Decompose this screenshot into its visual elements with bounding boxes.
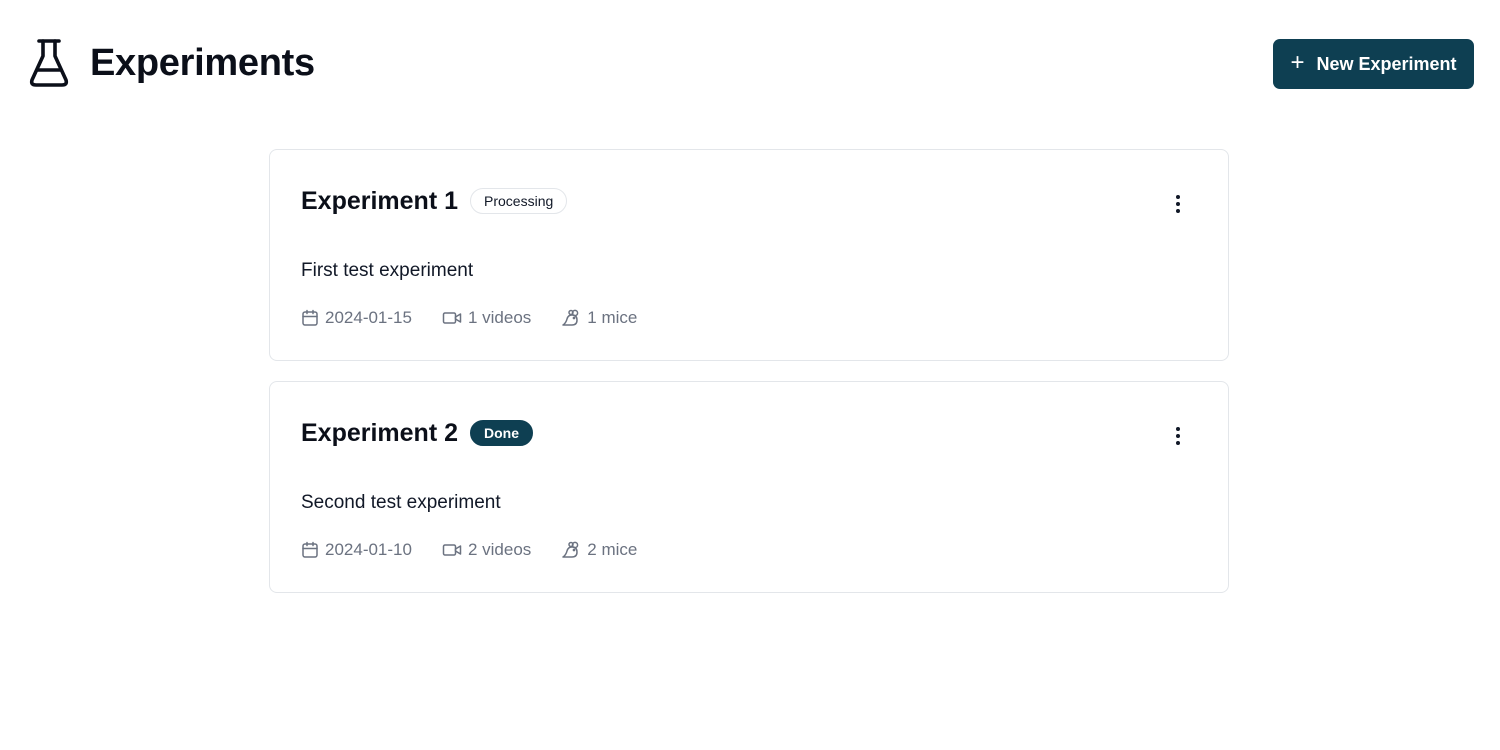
meta-date-text: 2024-01-10 xyxy=(325,540,412,559)
meta-videos: 1 videos xyxy=(442,308,531,328)
new-experiment-label: New Experiment xyxy=(1316,53,1457,74)
meta-videos-text: 1 videos xyxy=(467,308,532,327)
meta-mice: 2 mice xyxy=(561,540,637,560)
meta-mice-text: 1 mice xyxy=(587,308,638,327)
page-title: Experiments xyxy=(90,42,315,84)
video-camera-icon xyxy=(442,312,462,324)
card-title-row: Experiment 1 Processing xyxy=(301,186,568,215)
more-options-icon[interactable] xyxy=(1168,422,1188,450)
page-header: Experiments xyxy=(28,38,315,88)
video-camera-icon xyxy=(442,544,462,556)
meta-date: 2024-01-10 xyxy=(301,540,412,560)
experiment-list: Experiment 1 Processing First test exper… xyxy=(269,149,1229,613)
calendar-icon xyxy=(302,309,318,326)
meta-date: 2024-01-15 xyxy=(301,308,412,328)
meta-mice-text: 2 mice xyxy=(587,540,638,559)
experiment-description: First test experiment xyxy=(301,260,474,281)
calendar-icon xyxy=(302,541,318,558)
flask-icon xyxy=(29,39,69,87)
mouse-icon xyxy=(562,309,579,326)
new-experiment-button[interactable]: + New Experiment xyxy=(1273,39,1474,89)
experiment-meta: 2024-01-10 2 videos 2 mice xyxy=(301,540,637,560)
meta-videos-text: 2 videos xyxy=(467,540,532,559)
experiment-card[interactable]: Experiment 1 Processing First test exper… xyxy=(269,149,1229,361)
experiment-title: Experiment 1 xyxy=(301,186,459,215)
status-badge: Processing xyxy=(470,188,568,214)
meta-videos: 2 videos xyxy=(442,540,531,560)
card-title-row: Experiment 2 Done xyxy=(301,418,534,447)
mouse-icon xyxy=(562,541,579,558)
plus-icon: + xyxy=(1290,48,1305,76)
meta-date-text: 2024-01-15 xyxy=(325,308,412,327)
experiment-card[interactable]: Experiment 2 Done Second test experiment… xyxy=(269,381,1229,593)
experiment-title: Experiment 2 xyxy=(301,418,459,447)
status-badge: Done xyxy=(470,420,534,446)
experiment-meta: 2024-01-15 1 videos 1 mice xyxy=(301,308,637,328)
meta-mice: 1 mice xyxy=(561,308,637,328)
more-options-icon[interactable] xyxy=(1168,190,1188,218)
experiments-page: Experiments + New Experiment Experiment … xyxy=(0,0,1500,750)
experiment-description: Second test experiment xyxy=(301,492,501,513)
